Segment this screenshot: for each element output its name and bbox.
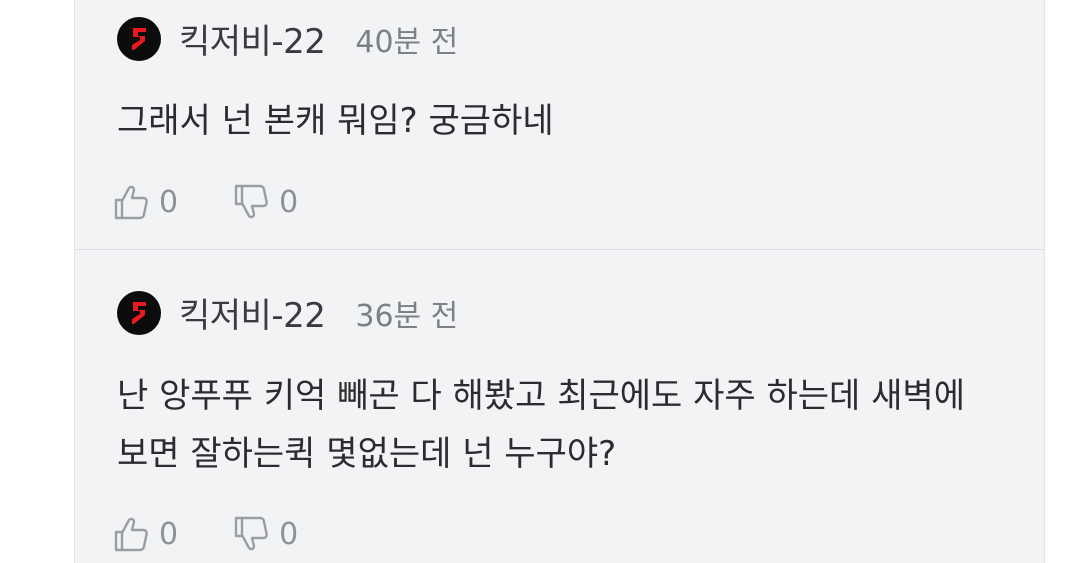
comment-time: 36분 전 bbox=[355, 298, 459, 334]
avatar[interactable] bbox=[117, 290, 161, 335]
comment-item: 킥저비-22 40분 전 그래서 넌 본캐 뭐임? 궁금하네 0 0 bbox=[75, 0, 1044, 249]
like-button[interactable]: 0 bbox=[113, 183, 178, 221]
comment-header: 킥저비-22 36분 전 bbox=[117, 288, 458, 337]
dislike-button[interactable]: 0 bbox=[233, 183, 298, 221]
thumbs-up-icon bbox=[114, 185, 148, 220]
comment-header: 킥저비-22 40분 전 bbox=[117, 14, 458, 63]
thumbs-up-icon bbox=[114, 517, 148, 552]
comment-panel: 킥저비-22 40분 전 그래서 넌 본캐 뭐임? 궁금하네 0 0 킥저비-2… bbox=[74, 0, 1045, 563]
thumbs-down-icon bbox=[234, 516, 268, 551]
comment-time: 40분 전 bbox=[355, 24, 459, 60]
like-button[interactable]: 0 bbox=[113, 515, 178, 553]
comment-text: 난 앙푸푸 키억 빼곤 다 해봤고 최근에도 자주 하는데 새벽에 보면 잘하는… bbox=[117, 376, 965, 474]
avatar-logo-icon bbox=[132, 301, 146, 324]
comment-text: 그래서 넌 본캐 뭐임? 궁금하네 bbox=[117, 101, 554, 141]
comment-actions: 0 0 bbox=[113, 183, 298, 221]
comment-actions: 0 0 bbox=[113, 515, 298, 553]
thumbs-down-icon bbox=[234, 184, 268, 219]
dislike-count: 0 bbox=[279, 516, 299, 552]
page: 킥저비-22 40분 전 그래서 넌 본캐 뭐임? 궁금하네 0 0 킥저비-2… bbox=[0, 0, 1080, 563]
avatar[interactable] bbox=[117, 16, 161, 61]
like-count: 0 bbox=[159, 516, 179, 552]
comment-item: 킥저비-22 36분 전 난 앙푸푸 키억 빼곤 다 해봤고 최근에도 자주 하… bbox=[75, 250, 1044, 563]
dislike-count: 0 bbox=[279, 184, 299, 220]
avatar-logo-icon bbox=[132, 27, 146, 50]
author-name[interactable]: 킥저비-22 bbox=[179, 14, 326, 63]
dislike-button[interactable]: 0 bbox=[233, 515, 298, 553]
like-count: 0 bbox=[159, 184, 179, 220]
author-name[interactable]: 킥저비-22 bbox=[179, 288, 326, 337]
